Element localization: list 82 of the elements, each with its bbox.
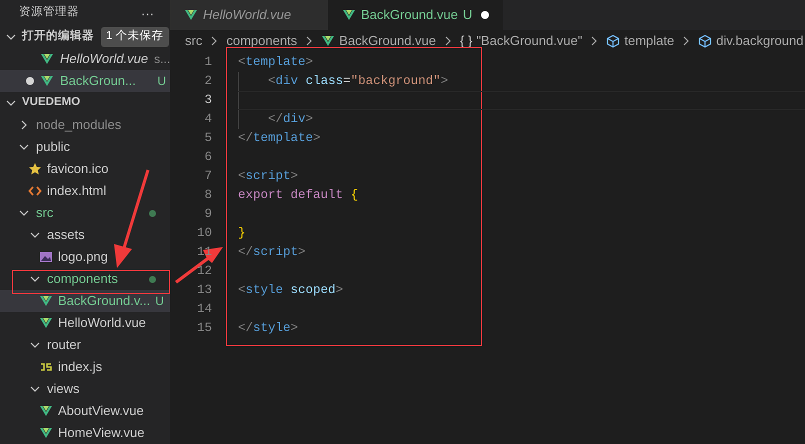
code-line: </script> bbox=[238, 244, 306, 262]
open-editor-item[interactable]: BackGroun... U bbox=[0, 70, 170, 92]
line-number: 9 bbox=[203, 206, 212, 224]
file-item[interactable]: HelloWorld.vue bbox=[0, 312, 170, 334]
vue-file-icon bbox=[40, 74, 54, 88]
arrow-drawing bbox=[175, 247, 223, 284]
file-name: BackGroun... bbox=[60, 72, 136, 90]
more-button[interactable]: ··· bbox=[141, 6, 154, 20]
file-item[interactable]: AboutView.vue bbox=[0, 400, 170, 422]
file-item[interactable]: index.js bbox=[0, 356, 170, 378]
file-name: favicon.ico bbox=[47, 160, 108, 178]
file-name: HelloWorld.vue bbox=[58, 314, 146, 332]
breadcrumb-item[interactable]: src bbox=[185, 31, 202, 51]
folder-item[interactable]: components bbox=[0, 268, 170, 290]
section-header[interactable]: VUEDEMO bbox=[22, 94, 80, 112]
editor-tab[interactable]: BackGround.vue U bbox=[328, 0, 504, 30]
file-name: public bbox=[36, 138, 70, 156]
breadcrumb-item[interactable]: template bbox=[624, 31, 674, 51]
code-line: export default { bbox=[238, 187, 358, 204]
file-name: AboutView.vue bbox=[58, 402, 144, 420]
file-name: assets bbox=[47, 226, 85, 244]
code-line: <script> bbox=[238, 168, 298, 186]
file-status: U bbox=[157, 73, 166, 90]
breadcrumb-item[interactable]: div.background bbox=[716, 31, 804, 51]
line-number: 3 bbox=[203, 92, 212, 110]
line-number: 13 bbox=[196, 282, 212, 300]
vue-file-icon bbox=[184, 8, 198, 22]
folder-item[interactable]: assets bbox=[0, 224, 170, 246]
file-name: router bbox=[47, 336, 81, 354]
line-number: 4 bbox=[203, 111, 212, 128]
line-number: 5 bbox=[203, 130, 212, 148]
line-number: 14 bbox=[196, 301, 212, 318]
open-editor-item[interactable]: HelloWorld.vue s... bbox=[0, 48, 170, 70]
folder-item[interactable]: public bbox=[0, 136, 170, 158]
line-number: 2 bbox=[203, 73, 212, 90]
file-name: HelloWorld.vue bbox=[60, 50, 148, 68]
line-number: 8 bbox=[203, 187, 212, 204]
file-name: views bbox=[47, 380, 80, 398]
code-line: </template> bbox=[238, 130, 321, 148]
line-number: 6 bbox=[203, 149, 212, 166]
code-line: <div class="background"> bbox=[267, 73, 448, 90]
file-name: BackGround.v... bbox=[58, 292, 150, 310]
unsaved-badge: 1 个未保存 bbox=[101, 27, 169, 47]
code-line: } bbox=[238, 225, 246, 242]
tab-label: BackGround.vue bbox=[361, 6, 458, 24]
code-line: </div> bbox=[267, 111, 314, 128]
folder-item[interactable]: router bbox=[0, 334, 170, 356]
code-line: <style scoped> bbox=[238, 282, 344, 300]
file-item[interactable]: HomeView.vue bbox=[0, 422, 170, 444]
code-line: </style> bbox=[238, 320, 298, 338]
file-status: U bbox=[462, 6, 472, 24]
line-number: 10 bbox=[196, 225, 212, 242]
editor-tab[interactable]: HelloWorld.vue bbox=[170, 0, 328, 30]
folder-item[interactable]: views bbox=[0, 378, 170, 400]
breadcrumb-item[interactable]: components bbox=[226, 31, 298, 51]
vue-file-icon bbox=[40, 52, 54, 66]
sidebar-title: 资源管理器 bbox=[19, 4, 79, 20]
breadcrumb-item[interactable]: BackGround.vue bbox=[339, 31, 436, 51]
section-header[interactable]: 打开的编辑器 bbox=[22, 28, 94, 46]
folder-item[interactable]: src bbox=[0, 202, 170, 224]
file-name: node_modules bbox=[36, 116, 122, 134]
file-item[interactable]: BackGround.v... U bbox=[0, 290, 170, 312]
tab-label: HelloWorld.vue bbox=[203, 6, 292, 24]
file-name: components bbox=[47, 270, 118, 288]
folder-item[interactable]: node_modules bbox=[0, 114, 170, 136]
file-item[interactable]: logo.png bbox=[0, 246, 170, 268]
file-item[interactable]: index.html bbox=[0, 180, 170, 202]
file-name: index.js bbox=[58, 358, 102, 376]
code-line: <template> bbox=[238, 54, 314, 72]
line-number: 1 bbox=[203, 54, 212, 72]
breadcrumb-item[interactable]: "BackGround.vue" bbox=[476, 31, 582, 51]
file-status: s... bbox=[154, 51, 170, 68]
line-number: 7 bbox=[203, 168, 212, 186]
line-number: 15 bbox=[196, 320, 212, 338]
file-name: HomeView.vue bbox=[58, 424, 144, 442]
file-name: index.html bbox=[47, 182, 106, 200]
file-name: logo.png bbox=[58, 248, 108, 266]
vue-file-icon bbox=[342, 8, 356, 22]
file-name: src bbox=[36, 204, 54, 222]
file-status: U bbox=[155, 293, 164, 310]
line-number: 12 bbox=[196, 263, 212, 280]
file-item[interactable]: favicon.ico bbox=[0, 158, 170, 180]
